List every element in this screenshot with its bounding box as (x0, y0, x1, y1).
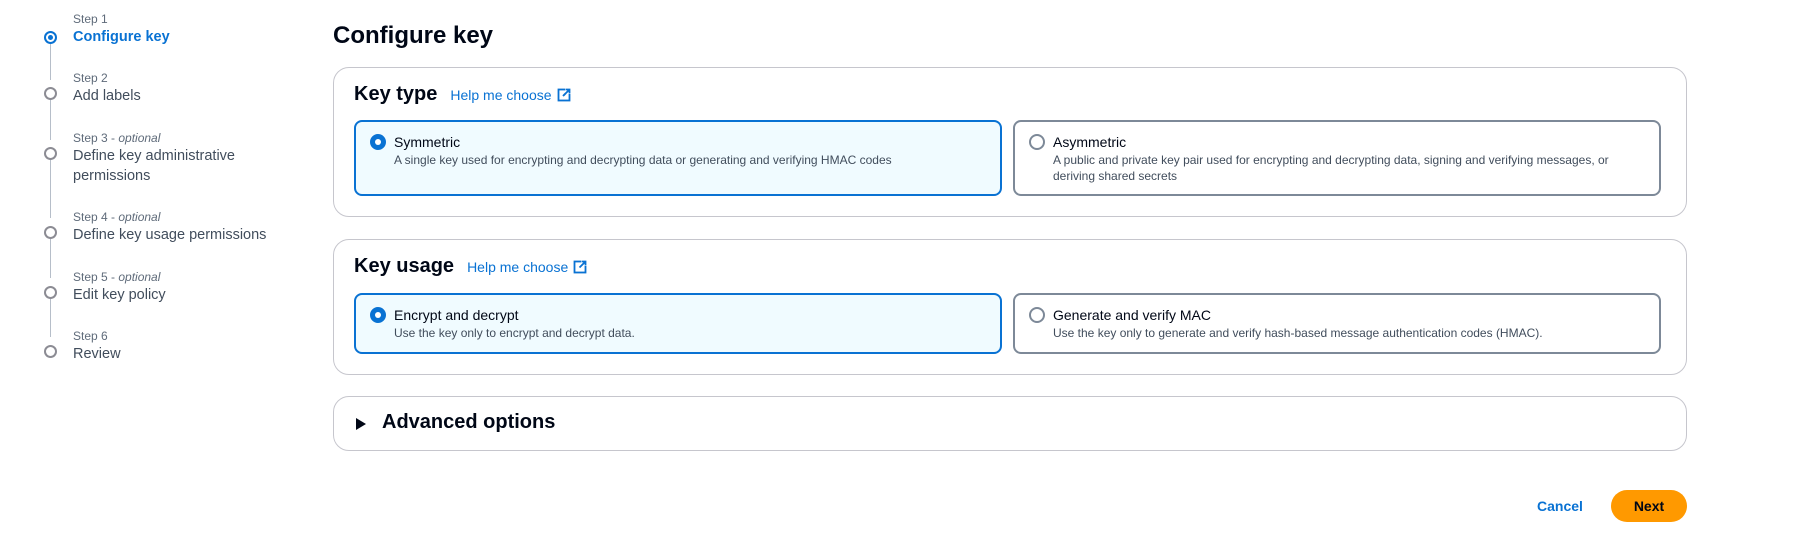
key-type-help-link[interactable]: Help me choose (450, 87, 571, 103)
external-link-icon (573, 260, 588, 274)
option-description: Use the key only to generate and verify … (1053, 326, 1543, 340)
option-label: Symmetric (394, 134, 461, 150)
step-title: Configure key (73, 29, 170, 45)
step-title: Edit key policy (73, 287, 166, 303)
step-current-indicator-icon (44, 31, 57, 44)
step-configure-key[interactable]: Step 1 Configure key (44, 11, 170, 47)
advanced-options-heading: Advanced options (382, 411, 556, 433)
advanced-options-expander[interactable]: Advanced options (333, 396, 1687, 451)
key-usage-help-link[interactable]: Help me choose (467, 259, 588, 275)
option-description: A single key used for encrypting and dec… (394, 153, 892, 167)
step-add-labels: Step 2 Add labels (44, 70, 141, 106)
step-indicator-icon (44, 87, 57, 100)
step-indicator-icon (44, 286, 57, 299)
page-title: Configure key (333, 22, 494, 49)
step-indicator-icon (44, 226, 57, 239)
key-type-heading: Key type (354, 83, 438, 105)
caret-right-icon[interactable] (356, 418, 366, 430)
step-indicator-icon (44, 345, 57, 358)
option-label: Generate and verify MAC (1053, 307, 1211, 323)
cancel-button[interactable]: Cancel (1520, 490, 1600, 522)
key-usage-panel: Key usage Help me choose Encrypt and dec… (333, 239, 1687, 375)
option-description: A public and private key pair used for e… (1053, 153, 1609, 183)
radio-unselected-icon[interactable] (1029, 307, 1045, 323)
help-link-label: Help me choose (450, 87, 552, 103)
step-number: Step 2 (73, 71, 108, 85)
step-number: Step 1 (73, 12, 108, 26)
key-usage-heading: Key usage (354, 255, 455, 277)
key-usage-option-generate-and-verify-mac[interactable]: Generate and verify MAC Use the key only… (1013, 293, 1661, 354)
external-link-icon (557, 88, 571, 102)
key-usage-option-encrypt-and-decrypt[interactable]: Encrypt and decrypt Use the key only to … (354, 293, 1002, 354)
key-type-option-symmetric[interactable]: Symmetric A single key used for encrypti… (354, 120, 1002, 196)
next-button[interactable]: Next (1611, 490, 1687, 522)
step-indicator-icon (44, 147, 57, 160)
step-title: Review (73, 346, 121, 362)
step-title: Define key usage permissions (73, 227, 267, 243)
option-label: Encrypt and decrypt (394, 307, 519, 323)
step-review: Step 6 Review (44, 328, 121, 364)
step-number: Step 6 (73, 329, 108, 343)
radio-unselected-icon[interactable] (1029, 134, 1045, 150)
option-label: Asymmetric (1053, 134, 1127, 150)
radio-selected-icon[interactable] (370, 134, 386, 150)
step-define-key-usage-permissions: Step 4 - optional Define key usage permi… (44, 209, 294, 245)
key-type-panel: Key type Help me choose Symmetric A sing… (333, 67, 1687, 217)
step-title: Add labels (73, 88, 141, 104)
option-description: Use the key only to encrypt and decrypt … (394, 326, 635, 340)
step-title: Define key administrative permissions (73, 148, 235, 184)
step-define-key-administrative-permissions: Step 3 - optional Define key administrat… (44, 130, 294, 186)
help-link-label: Help me choose (467, 259, 569, 275)
key-type-option-asymmetric[interactable]: Asymmetric A public and private key pair… (1013, 120, 1661, 196)
step-number: Step 3 - optional (73, 131, 161, 145)
radio-selected-icon[interactable] (370, 307, 386, 323)
step-number: Step 4 - optional (73, 210, 161, 224)
step-number: Step 5 - optional (73, 270, 161, 284)
step-edit-key-policy: Step 5 - optional Edit key policy (44, 269, 294, 305)
